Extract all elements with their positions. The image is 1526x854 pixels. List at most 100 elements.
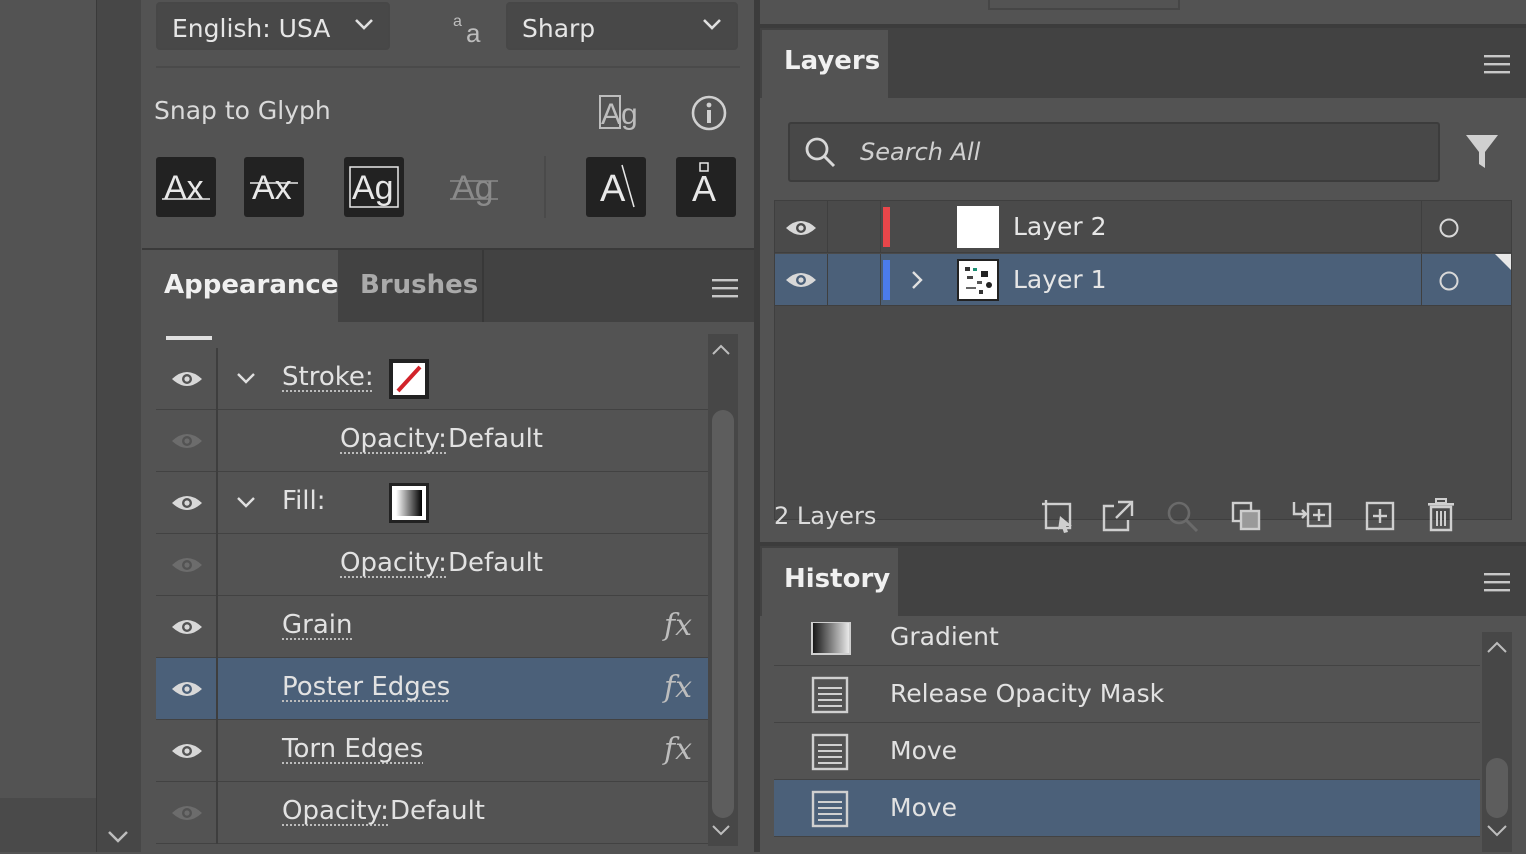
selection-corner-icon [1495,254,1511,270]
tab-layers[interactable]: Layers [762,30,888,98]
svg-text:A: A [692,168,716,209]
layer-row[interactable]: Layer 2 [775,201,1511,253]
panel-menu-icon[interactable] [1484,572,1510,592]
tab-brushes[interactable]: Brushes [338,250,484,322]
eye-icon [784,270,818,290]
eye-icon [170,679,204,699]
tab-history[interactable]: History [762,548,898,616]
opacity-value: Default [448,424,543,454]
opacity-value: Default [390,796,485,826]
stroke-opacity-row[interactable]: Opacity: Default [156,410,708,472]
canvas-scroll-area [0,798,96,852]
export-icon[interactable] [1100,500,1134,534]
chevron-right-icon[interactable] [911,270,923,290]
history-item[interactable]: Gradient [774,618,1480,666]
history-item[interactable]: Release Opacity Mask [774,666,1480,723]
visibility-toggle[interactable] [156,782,218,844]
fill-label: Fill: [282,486,326,516]
snap-anchor-point-button[interactable]: A [676,157,736,217]
chevron-down-icon[interactable] [1486,824,1508,838]
appearance-scroll-thumb[interactable] [712,410,734,818]
svg-text:Ag: Ag [601,98,638,131]
history-panel: History Gradient Release Opacity Mask Mo… [760,546,1526,852]
chevron-down-icon[interactable] [711,824,731,836]
stroke-label[interactable]: Stroke: [282,362,374,392]
snap-x-height-button[interactable]: Ax [244,157,304,217]
clipping-mask-icon[interactable] [1230,500,1262,532]
svg-text:Ax: Ax [252,169,292,207]
chevron-down-icon[interactable] [236,372,256,384]
visibility-toggle[interactable] [156,410,218,472]
history-item[interactable]: Move [774,723,1480,780]
visibility-toggle[interactable] [775,254,828,306]
fill-row[interactable]: Fill: [156,472,708,534]
visibility-toggle[interactable] [156,472,218,534]
effect-poster-edges-row[interactable]: Poster Edges fx [156,658,708,720]
snap-baseline-button[interactable]: Ax [156,157,216,217]
snap-glyph-bounds-button[interactable]: Ag [344,157,404,217]
lock-toggle[interactable] [828,254,881,306]
visibility-toggle[interactable] [156,720,218,782]
visibility-toggle[interactable] [156,534,218,596]
search-placeholder: Search All [860,138,981,166]
chevron-down-icon[interactable] [107,830,129,844]
layer-thumbnail [957,206,999,248]
object-opacity-row[interactable]: Opacity: Default [156,782,708,844]
collapsed-dock [96,0,141,852]
lock-toggle[interactable] [828,201,881,253]
fx-icon[interactable]: fx [664,608,692,643]
filter-icon[interactable] [1464,132,1500,172]
glyph-bounds-icon[interactable]: Ag [598,92,644,132]
appearance-tabbar: Appearance Brushes [142,250,754,322]
fx-icon[interactable]: fx [664,670,692,705]
opacity-label[interactable]: Opacity: [282,796,389,826]
fx-icon[interactable]: fx [664,732,692,767]
snap-angular-guides-button[interactable]: A [586,157,646,217]
history-scrollbar[interactable] [1482,632,1512,852]
gradient-swatch-icon[interactable] [388,482,430,524]
info-icon[interactable] [690,94,728,132]
antialias-dropdown[interactable]: Sharp [506,2,738,50]
layer-name[interactable]: Layer 1 [1013,265,1107,294]
eye-icon [784,218,818,238]
layer-row[interactable]: Layer 1 [775,254,1511,306]
history-item[interactable]: Move [774,780,1480,837]
trash-icon[interactable] [1426,498,1456,532]
svg-text:Ag: Ag [452,169,494,207]
chevron-up-icon[interactable] [711,344,731,356]
effect-label[interactable]: Torn Edges [282,734,423,764]
chevron-down-icon[interactable] [236,496,256,508]
appearance-panel: Appearance Brushes Stroke: Opacity: Defa… [142,248,754,854]
layer-name[interactable]: Layer 2 [1013,212,1107,241]
gradient-state-icon [810,622,852,656]
effect-label[interactable]: Poster Edges [282,672,450,702]
stroke-none-swatch-icon[interactable] [388,358,430,400]
canvas-edge [0,0,96,798]
opacity-label[interactable]: Opacity: [340,424,447,454]
tab-appearance[interactable]: Appearance [142,250,338,322]
new-layer-icon[interactable] [1364,500,1396,532]
fill-opacity-row[interactable]: Opacity: Default [156,534,708,596]
visibility-toggle[interactable] [156,348,218,410]
language-dropdown[interactable]: English: USA [156,2,390,50]
locate-object-icon[interactable] [1166,500,1200,534]
target-toggle[interactable] [1421,201,1511,253]
layers-header: Layers [760,28,1526,98]
visibility-toggle[interactable] [775,201,828,253]
panel-menu-icon[interactable] [1484,54,1510,74]
effect-label[interactable]: Grain [282,610,352,640]
character-panel: English: USA aa Sharp Snap to Glyph Ag A… [142,0,754,246]
chevron-up-icon[interactable] [1486,640,1508,654]
visibility-toggle[interactable] [156,596,218,658]
collect-for-export-icon[interactable] [1040,498,1076,534]
snap-proximity-guides-button[interactable]: Ag [444,157,504,217]
layers-search-input[interactable]: Search All [788,122,1440,182]
panel-menu-icon[interactable] [712,278,738,298]
new-sublayer-icon[interactable] [1290,500,1332,530]
visibility-toggle[interactable] [156,658,218,720]
effect-grain-row[interactable]: Grain fx [156,596,708,658]
history-scroll-thumb[interactable] [1486,758,1508,818]
stroke-row[interactable]: Stroke: [156,348,708,410]
opacity-label[interactable]: Opacity: [340,548,447,578]
effect-torn-edges-row[interactable]: Torn Edges fx [156,720,708,782]
